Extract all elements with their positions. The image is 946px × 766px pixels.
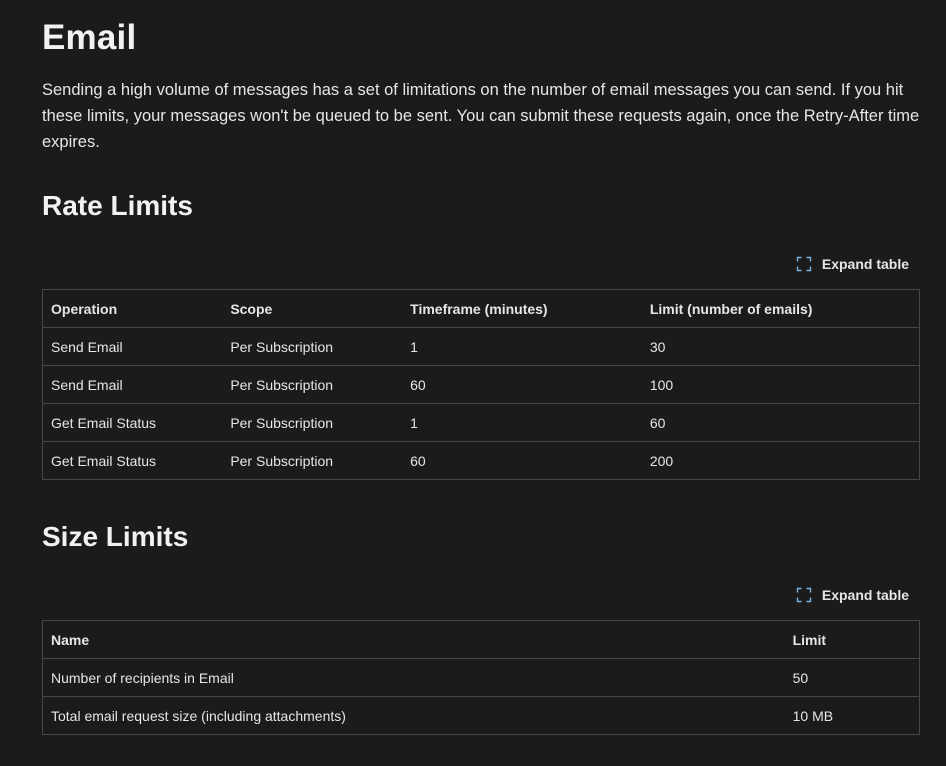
cell-limit: 60	[641, 403, 920, 442]
intro-paragraph: Sending a high volume of messages has a …	[42, 81, 920, 151]
cell-operation: Send Email	[42, 327, 223, 366]
table-row: Get Email Status Per Subscription 1 60	[42, 403, 920, 442]
cell-timeframe: 60	[402, 365, 642, 404]
size-limits-expand-table-button[interactable]: Expand table	[796, 584, 909, 606]
cell-name: Total email request size (including atta…	[41, 696, 785, 735]
column-header-operation: Operation	[42, 289, 223, 328]
expand-table-label: Expand table	[821, 587, 909, 603]
column-header-name: Name	[41, 620, 785, 659]
table-row: Send Email Per Subscription 60 100	[42, 365, 920, 404]
expand-icon	[796, 587, 812, 603]
column-header-timeframe: Timeframe (minutes)	[402, 289, 642, 328]
cell-operation: Get Email Status	[42, 441, 223, 480]
page-title: Email	[42, 18, 137, 57]
size-limits-heading: Size Limits	[42, 521, 189, 552]
cell-scope: Per Subscription	[222, 403, 403, 442]
expand-table-label: Expand table	[821, 256, 909, 272]
cell-limit: 30	[641, 327, 920, 366]
cell-timeframe: 60	[402, 441, 642, 480]
cell-limit: 10 MB	[784, 696, 920, 735]
cell-timeframe: 1	[402, 327, 642, 366]
column-header-limit: Limit (number of emails)	[641, 289, 920, 328]
table-row: Number of recipients in Email 50	[41, 658, 920, 697]
cell-name: Number of recipients in Email	[41, 658, 785, 697]
cell-scope: Per Subscription	[222, 327, 403, 366]
cell-limit: 100	[641, 365, 920, 404]
cell-timeframe: 1	[402, 403, 642, 442]
page: Email Sending a high volume of messages …	[0, 0, 946, 766]
cell-scope: Per Subscription	[222, 441, 403, 480]
table-row: Total email request size (including atta…	[41, 696, 920, 735]
cell-operation: Get Email Status	[42, 403, 223, 442]
table-row: Send Email Per Subscription 1 30	[42, 327, 920, 366]
cell-scope: Per Subscription	[222, 365, 403, 404]
column-header-scope: Scope	[222, 289, 403, 328]
cell-operation: Send Email	[42, 365, 223, 404]
table-row: Get Email Status Per Subscription 60 200	[42, 441, 920, 480]
rate-limits-expand-table-button[interactable]: Expand table	[796, 253, 909, 275]
table-header-row: Operation Scope Timeframe (minutes) Limi…	[42, 289, 920, 328]
rate-limits-heading: Rate Limits	[42, 190, 193, 221]
column-header-limit: Limit	[784, 620, 920, 659]
size-limits-table: Name Limit Number of recipients in Email…	[41, 620, 920, 735]
cell-limit: 200	[641, 441, 920, 480]
table-header-row: Name Limit	[41, 620, 920, 659]
expand-icon	[796, 256, 812, 272]
cell-limit: 50	[784, 658, 920, 697]
rate-limits-table: Operation Scope Timeframe (minutes) Limi…	[42, 289, 920, 480]
